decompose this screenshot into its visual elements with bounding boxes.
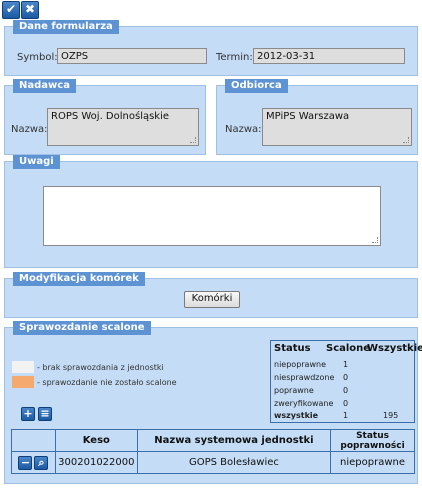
status-row-total: wszystkie 1 195 <box>271 409 414 422</box>
legend-swatch-no-report <box>12 361 34 373</box>
cells-legend: Modyfikacja komórek <box>13 272 145 286</box>
recipient-name-field[interactable]: MPiPS Warszawa <box>262 108 412 146</box>
grid-header-actions <box>11 429 56 452</box>
termin-label: Termin: <box>216 52 253 63</box>
form-data-legend: Dane formularza <box>13 20 119 34</box>
symbol-field[interactable]: OZPS <box>57 48 207 64</box>
units-grid: Keso Nazwa systemowa jednostki Status po… <box>11 429 415 474</box>
status-scalone: 1 <box>343 411 349 420</box>
status-row: niepoprawne 1 <box>271 358 414 371</box>
notes-panel: Uwagi <box>4 155 418 268</box>
legend-text-not-merged: - sprawozdanie nie zostało scalone <box>37 378 177 387</box>
status-name: wszystkie <box>274 411 319 420</box>
status-scalone: 1 <box>343 360 349 369</box>
sender-name-value: ROPS Woj. Dolnośląskie <box>51 111 170 122</box>
grid-header-status[interactable]: Status poprawności <box>330 429 415 452</box>
resize-grip-icon[interactable] <box>403 137 409 143</box>
status-row: poprawne 0 <box>271 384 414 397</box>
scalone-header: Scalone <box>326 343 371 354</box>
resize-grip-icon[interactable] <box>190 137 196 143</box>
check-icon: ✔ <box>5 2 17 16</box>
add-unit-button[interactable]: + <box>21 407 35 421</box>
wszystkie-header: Wszystkie <box>367 343 422 354</box>
search-icon: ⌕ <box>38 455 45 469</box>
status-header: Status <box>274 343 311 354</box>
plus-icon: + <box>23 407 33 420</box>
recipient-panel: Odbiorca Nazwa: MPiPS Warszawa <box>216 79 418 155</box>
recipient-legend: Odbiorca <box>225 79 288 93</box>
form-data-panel: Dane formularza Symbol: OZPS Termin: 201… <box>4 20 418 76</box>
termin-field[interactable]: 2012-03-31 <box>253 48 405 64</box>
minus-icon: − <box>20 455 31 469</box>
grid-header-name[interactable]: Nazwa systemowa jednostki <box>136 429 332 452</box>
row-keso: 300201022000 <box>54 451 138 474</box>
sender-panel: Nadawca Nazwa: ROPS Woj. Dolnośląskie <box>4 79 206 155</box>
cells-button[interactable]: Komórki <box>184 291 240 308</box>
status-scalone: 0 <box>343 373 349 382</box>
symbol-label: Symbol: <box>17 52 58 63</box>
table-row[interactable]: − ⌕ 300201022000 GOPS Bolesławiec niepopr… <box>11 451 415 474</box>
status-wszystkie: 195 <box>383 411 399 420</box>
merged-report-panel: Sprawozdanie scalone - brak sprawozdania… <box>4 321 422 484</box>
confirm-button[interactable]: ✔ <box>2 1 20 19</box>
status-name: zweryfikowane <box>274 399 334 408</box>
list-icon: ≡ <box>40 407 50 420</box>
row-status: niepoprawne <box>330 451 415 474</box>
status-scalone: 0 <box>343 386 349 395</box>
remove-row-button[interactable]: − <box>18 455 33 470</box>
grid-header-keso[interactable]: Keso <box>54 429 138 452</box>
toolbar: ✔ ✖ <box>0 0 422 20</box>
status-name: poprawne <box>274 386 314 395</box>
legend-text-no-report: - brak sprawozdania z jednostki <box>37 363 164 372</box>
close-icon: ✖ <box>24 2 36 16</box>
status-summary-table: Status Scalone Wszystkie niepoprawne 1 n… <box>270 340 422 423</box>
legend-swatch-not-merged <box>12 376 34 388</box>
notes-textarea[interactable] <box>43 186 381 246</box>
sender-legend: Nadawca <box>13 79 76 93</box>
search-row-button[interactable]: ⌕ <box>34 455 49 470</box>
status-name: niepoprawne <box>274 360 326 369</box>
status-scalone: 0 <box>343 399 349 408</box>
row-name: GOPS Bolesławiec <box>136 451 332 474</box>
cells-panel: Modyfikacja komórek Komórki <box>4 272 418 318</box>
status-name: niesprawdzone <box>274 373 335 382</box>
recipient-name-label: Nazwa: <box>225 124 262 135</box>
list-button[interactable]: ≡ <box>38 407 52 421</box>
recipient-name-value: MPiPS Warszawa <box>266 111 350 122</box>
close-button[interactable]: ✖ <box>21 1 39 19</box>
sender-name-field[interactable]: ROPS Woj. Dolnośląskie <box>47 108 199 146</box>
status-row: niesprawdzone 0 <box>271 371 414 384</box>
notes-legend: Uwagi <box>13 155 60 169</box>
sender-name-label: Nazwa: <box>11 124 48 135</box>
row-actions: − ⌕ <box>11 451 56 474</box>
resize-grip-icon[interactable] <box>372 237 378 243</box>
merged-report-legend: Sprawozdanie scalone <box>13 321 151 335</box>
